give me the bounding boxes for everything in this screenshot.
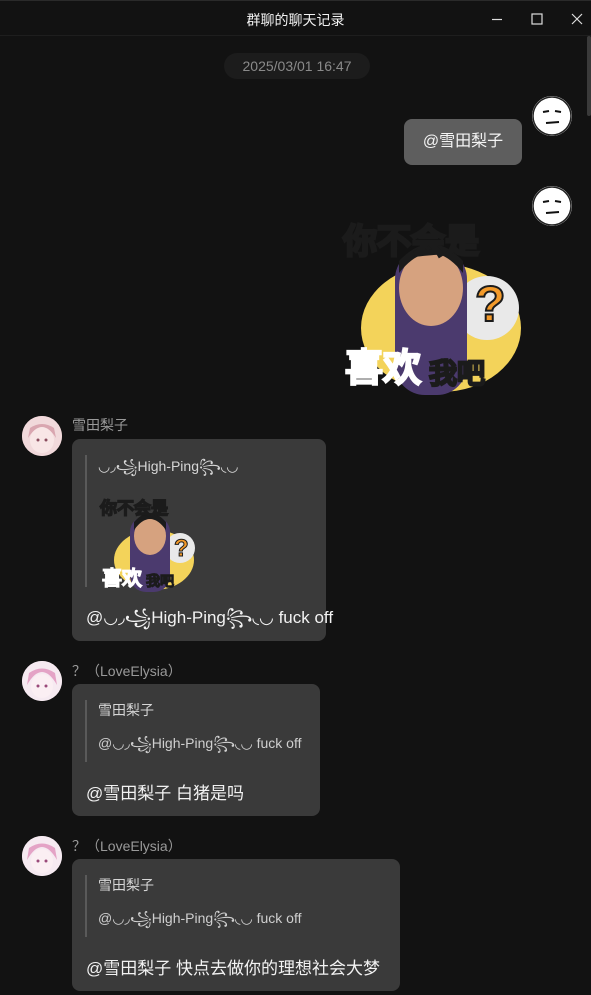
neutral-face-icon: [532, 186, 572, 226]
message-text: @雪田梨子 白猪是吗: [86, 784, 244, 803]
quoted-message[interactable]: 雪田梨子 @◡◞꧁High-Ping꧂◟◡ fuck off: [85, 875, 301, 937]
message-card[interactable]: ◡◞꧁High-Ping꧂◟◡ ? 你不会是 喜欢 我吧 @◡◞꧁High-Pi…: [72, 439, 333, 641]
message-text: @雪田梨子 快点去做你的理想社会大梦: [86, 959, 380, 978]
quoted-sender: 雪田梨子: [98, 702, 154, 718]
sticker-text-white: 我吧: [429, 357, 485, 390]
close-button[interactable]: [555, 1, 591, 37]
self-avatar[interactable]: [532, 186, 572, 226]
svg-text:你不会是: 你不会是: [99, 498, 168, 519]
quoted-message[interactable]: 雪田梨子 @◡◞꧁High-Ping꧂◟◡ fuck off: [85, 700, 301, 762]
message-timestamp: 2025/03/01 16:47: [224, 53, 370, 79]
sender-avatar[interactable]: [22, 661, 62, 701]
meme-sticker[interactable]: ? 你不会是 喜欢 我吧: [337, 203, 523, 397]
message-text: @◡◞꧁High-Ping꧂◟◡ fuck off: [86, 608, 334, 627]
sticker-text-red: 喜欢: [345, 346, 421, 390]
quoted-text: @◡◞꧁High-Ping꧂◟◡ fuck off: [98, 735, 302, 751]
sender-avatar[interactable]: [22, 836, 62, 876]
self-message-bubble[interactable]: @雪田梨子: [404, 119, 522, 165]
sender-avatar[interactable]: [22, 416, 62, 456]
quoted-text: @◡◞꧁High-Ping꧂◟◡ fuck off: [98, 910, 302, 926]
quoted-sender: ◡◞꧁High-Ping꧂◟◡: [98, 458, 239, 474]
sticker-text-top: 你不会是: [342, 222, 479, 262]
minimize-icon: [492, 18, 502, 21]
message-card[interactable]: 雪田梨子 @◡◞꧁High-Ping꧂◟◡ fuck off @雪田梨子 快点去…: [72, 859, 400, 991]
self-avatar[interactable]: [532, 96, 572, 136]
sticker-mark: ?: [475, 276, 506, 332]
quoted-message[interactable]: ◡◞꧁High-Ping꧂◟◡ ? 你不会是 喜欢 我吧: [85, 455, 239, 592]
svg-text:喜欢: 喜欢: [102, 566, 143, 590]
svg-text:?: ?: [174, 535, 189, 562]
sender-name: ？（LoveElysia）: [72, 663, 182, 679]
sender-name: 雪田梨子: [72, 417, 128, 433]
maximize-button[interactable]: [515, 1, 559, 37]
message-card[interactable]: 雪田梨子 @◡◞꧁High-Ping꧂◟◡ fuck off @雪田梨子 白猪是…: [72, 684, 320, 816]
minimize-button[interactable]: [475, 1, 519, 37]
sender-name: ？（LoveElysia）: [72, 838, 182, 854]
quoted-sender: 雪田梨子: [98, 877, 154, 893]
title-bar: 群聊的聊天记录: [0, 0, 591, 36]
anime-avatar-icon: [22, 416, 62, 456]
anime-avatar-icon: [22, 661, 62, 701]
quoted-sticker: ? 你不会是 喜欢 我吧: [98, 497, 195, 592]
close-icon: [571, 13, 583, 25]
anime-avatar-icon: [22, 836, 62, 876]
scrollbar[interactable]: [587, 36, 591, 116]
neutral-face-icon: [532, 96, 572, 136]
svg-text:我吧: 我吧: [146, 574, 174, 590]
maximize-icon: [531, 13, 543, 25]
